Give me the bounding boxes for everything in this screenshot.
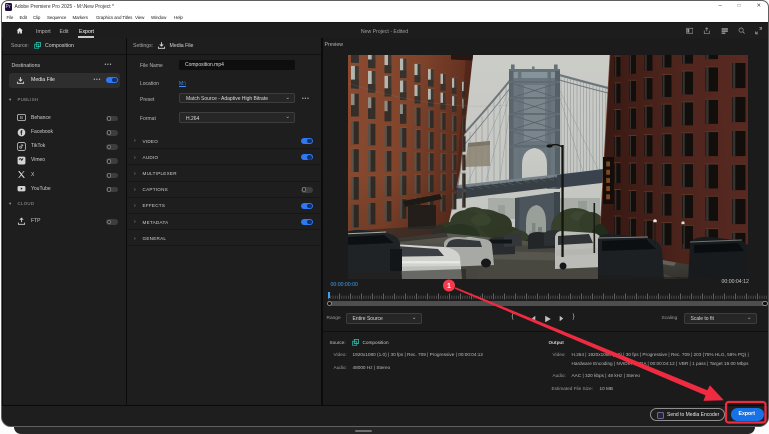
svg-text:B: B — [19, 115, 22, 120]
